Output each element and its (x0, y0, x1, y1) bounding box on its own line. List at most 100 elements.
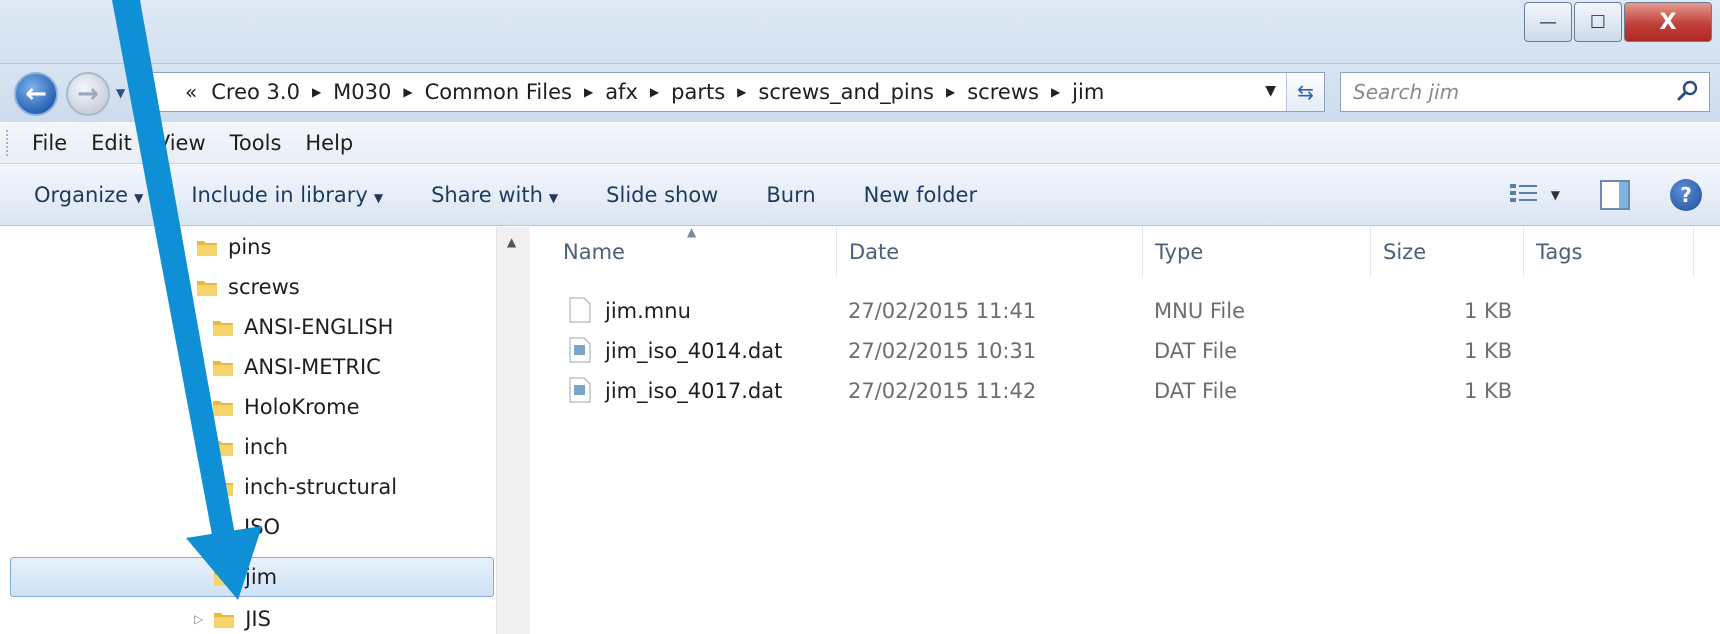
column-header-label: Date (849, 240, 900, 264)
scroll-up-arrow-icon[interactable]: ▲ (507, 235, 516, 249)
refresh-button[interactable]: ⇆ (1286, 73, 1324, 111)
column-header-type[interactable]: Type (1143, 227, 1371, 277)
include-in-library-button[interactable]: Include in library ▼ (177, 183, 397, 207)
file-size: 1 KB (1464, 339, 1513, 363)
view-options-dropdown-icon[interactable]: ▼ (1551, 188, 1560, 202)
burn-button[interactable]: Burn (752, 183, 829, 207)
file-type: DAT File (1154, 379, 1238, 403)
breadcrumb-item[interactable]: afx (605, 80, 638, 104)
refresh-icon: ⇆ (1297, 80, 1314, 104)
nav-pane-scrollbar[interactable]: ▲ (496, 227, 530, 634)
breadcrumb-separator-icon[interactable]: ▶ (650, 85, 659, 99)
column-header-label: Size (1383, 240, 1427, 264)
folder-icon (197, 281, 217, 296)
tree-item-holokrome[interactable]: HoloKrome (212, 387, 360, 427)
folder-icon (213, 361, 233, 376)
breadcrumb-item[interactable]: Creo 3.0 (211, 80, 300, 104)
tree-item-screws[interactable]: screws (196, 267, 300, 307)
file-row[interactable]: jim.mnu 27/02/2015 11:41 MNU File 1 KB (531, 291, 1531, 331)
column-header-name[interactable]: ▲ Name (531, 225, 837, 277)
recent-pages-dropdown[interactable]: ▼ (116, 86, 125, 100)
help-icon[interactable]: ? (1670, 179, 1702, 211)
breadcrumb-overflow[interactable]: « (185, 80, 197, 104)
menu-tools[interactable]: Tools (218, 131, 294, 155)
column-header-size[interactable]: Size (1371, 227, 1524, 277)
breadcrumb-separator-icon[interactable]: ▶ (584, 85, 593, 99)
slide-show-button[interactable]: Slide show (592, 183, 732, 207)
file-date: 27/02/2015 11:41 (848, 299, 1037, 323)
search-input[interactable] (1353, 80, 1663, 104)
file-name: jim_iso_4014.dat (605, 339, 783, 363)
preview-pane-icon[interactable] (1600, 180, 1630, 210)
tree-item-label: HoloKrome (244, 395, 360, 419)
new-folder-button[interactable]: New folder (850, 183, 991, 207)
tree-item-label: ANSI-ENGLISH (244, 315, 394, 339)
back-button[interactable]: ← (14, 72, 58, 116)
tree-item-label: screws (228, 275, 300, 299)
menu-help[interactable]: Help (293, 131, 365, 155)
chevron-down-icon: ▼ (548, 190, 559, 205)
tree-item-iso[interactable]: ISO (212, 507, 280, 547)
tree-item-jis[interactable]: ▷ JIS (194, 599, 271, 634)
chevron-down-icon: ▼ (134, 190, 144, 205)
file-date: 27/02/2015 10:31 (848, 339, 1037, 363)
menu-file[interactable]: File (20, 131, 79, 155)
file-date: 27/02/2015 11:42 (848, 379, 1037, 403)
search-icon[interactable] (1677, 80, 1699, 102)
tree-item-ansi-metric[interactable]: ANSI-METRIC (212, 347, 381, 387)
expand-arrow-icon[interactable]: ▷ (194, 612, 203, 626)
column-header-tags[interactable]: Tags (1524, 227, 1694, 277)
file-name: jim_iso_4017.dat (605, 379, 783, 403)
breadcrumb-separator-icon[interactable]: ▶ (946, 85, 955, 99)
breadcrumb-separator-icon[interactable]: ▶ (737, 85, 746, 99)
file-name: jim.mnu (605, 299, 691, 323)
tree-item-ansi-english[interactable]: ANSI-ENGLISH (212, 307, 393, 347)
navigation-bar: ← → ▼ « Creo 3.0 ▶ M030 ▶ Common Files ▶… (0, 64, 1720, 122)
breadcrumb-item[interactable]: screws (967, 80, 1039, 104)
file-list: ▲ Name Date Type Size Tags jim.mnu 27/02… (531, 225, 1720, 634)
tree-item-label: ISO (244, 515, 281, 539)
breadcrumb-item[interactable]: M030 (333, 80, 391, 104)
breadcrumb-item[interactable]: Common Files (425, 80, 572, 104)
menu-bar: File Edit View Tools Help (0, 122, 1720, 164)
minimize-icon: — (1539, 11, 1557, 33)
share-with-button[interactable]: Share with ▼ (417, 183, 572, 207)
file-row[interactable]: jim_iso_4014.dat 27/02/2015 10:31 DAT Fi… (531, 331, 1531, 371)
maximize-button[interactable]: ☐ (1574, 2, 1622, 42)
view-controls: ▼ ? (1509, 164, 1720, 226)
column-header-label: Name (563, 240, 625, 264)
tree-item-label: jim (245, 565, 278, 589)
breadcrumb-item[interactable]: screws_and_pins (758, 80, 934, 104)
tree-item-inch[interactable]: inch (212, 427, 288, 467)
generic-file-icon (569, 297, 591, 323)
breadcrumb-separator-icon[interactable]: ▶ (312, 85, 321, 99)
change-view-icon[interactable] (1509, 182, 1539, 208)
close-button[interactable]: X (1624, 2, 1712, 42)
tree-item-pins[interactable]: pins (196, 227, 271, 267)
menu-view[interactable]: View (144, 131, 218, 155)
breadcrumb-item[interactable]: parts (671, 80, 725, 104)
tree-item-label: ANSI-METRIC (244, 355, 381, 379)
organize-label: Organize (34, 182, 129, 207)
folder-icon (197, 241, 217, 256)
tree-item-inch-structural[interactable]: inch-structural (212, 467, 397, 507)
menu-edit[interactable]: Edit (79, 131, 144, 155)
file-row[interactable]: jim_iso_4017.dat 27/02/2015 11:42 DAT Fi… (531, 371, 1531, 411)
address-dropdown-icon[interactable]: ▼ (1265, 83, 1276, 99)
tree-item-label: JIS (245, 607, 271, 631)
navigation-pane: pins screws ANSI-ENGLISH ANSI-METRIC Hol… (0, 227, 500, 634)
column-header-date[interactable]: Date (837, 227, 1143, 277)
organize-button[interactable]: Organize ▼ (20, 183, 157, 207)
search-box[interactable] (1340, 72, 1710, 112)
dat-file-icon (569, 337, 591, 363)
tree-item-jim[interactable]: jim (10, 557, 494, 597)
minimize-button[interactable]: — (1524, 2, 1572, 42)
forward-button[interactable]: → (66, 72, 110, 116)
address-bar[interactable]: « Creo 3.0 ▶ M030 ▶ Common Files ▶ afx ▶… (140, 72, 1325, 112)
forward-arrow-icon: → (77, 79, 99, 109)
folder-icon (213, 321, 233, 336)
breadcrumb-item[interactable]: jim (1072, 80, 1104, 104)
folder-icon (213, 481, 233, 496)
breadcrumb-separator-icon[interactable]: ▶ (1051, 85, 1060, 99)
breadcrumb-separator-icon[interactable]: ▶ (403, 85, 412, 99)
